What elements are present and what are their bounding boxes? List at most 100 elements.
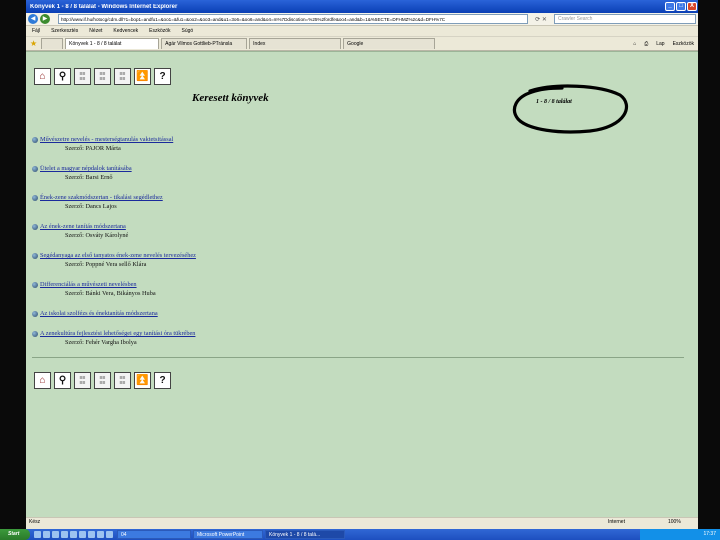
list-icon[interactable]: ≡≡ ≡≡ xyxy=(114,68,131,85)
bottom-toolbar: ⌂ ⚲ ≡≡ ≡≡ ≡≡ ≡≡ ≡≡ ≡≡ ⏫ ? xyxy=(34,372,174,389)
tools-menu[interactable]: Eszközök xyxy=(673,41,694,47)
top-icon[interactable]: ⏫ xyxy=(134,372,151,389)
menu-help[interactable]: Súgó xyxy=(182,28,194,34)
tab-google[interactable]: Google xyxy=(343,38,436,49)
tab-quick[interactable] xyxy=(41,38,64,49)
page-content: ⌂ ⚲ ≡≡ ≡≡ ≡≡ ≡≡ ≡≡ ≡≡ ⏫ ? Keresett könyvek … xyxy=(26,51,698,517)
forward-icon[interactable]: ▶ xyxy=(40,14,50,24)
home-tool-icon[interactable]: ⌂ xyxy=(633,41,636,47)
list-item: Segédanyaga az első tanyatos ének-zene n… xyxy=(32,252,682,268)
results-list: Művészetre nevelés - mesterségtanulás va… xyxy=(32,136,682,359)
result-link[interactable]: Az iskolai szolfézs és énektanítás módsz… xyxy=(40,310,158,317)
quick-launch-icon[interactable] xyxy=(70,531,77,538)
tab-tools: ⌂ ⎙ Lap Eszközök xyxy=(625,41,698,47)
result-author: Szerző: Dancs Lajos xyxy=(65,203,117,210)
menu-edit[interactable]: Szerkesztés xyxy=(51,28,78,34)
result-author: Szerző: Barsi Ernő xyxy=(65,174,113,181)
result-author: Szerző: Fehér Vargha Ibolya xyxy=(65,339,137,346)
print-icon[interactable]: ⎙ xyxy=(644,41,648,47)
result-author: Szerző: Bánki Vera, Bikányos Huba xyxy=(65,290,156,297)
list-icon[interactable]: ≡≡ ≡≡ xyxy=(74,372,91,389)
quick-launch-icon[interactable] xyxy=(106,531,113,538)
menu-tools[interactable]: Eszközök xyxy=(149,28,170,34)
status-bar: Kész Internet 100% xyxy=(26,517,698,526)
minimize-button[interactable]: _ xyxy=(665,2,675,11)
back-icon[interactable]: ◀ xyxy=(28,14,38,24)
windows-taskbar: Start 04 Microsoft PowerPoint Könyvek 1 … xyxy=(0,529,720,540)
result-author: Szerző: Poppné Vera sellő Klára xyxy=(65,261,147,268)
title-bar: Könyvek 1 - 8 / 8 találat - Windows Inte… xyxy=(26,0,698,13)
bullet-icon xyxy=(32,252,38,259)
bullet-icon xyxy=(32,281,38,288)
bullet-icon xyxy=(32,223,38,230)
quick-launch-icon[interactable] xyxy=(61,531,68,538)
help-icon[interactable]: ? xyxy=(154,372,171,389)
bullet-icon xyxy=(32,165,38,172)
list-icon[interactable]: ≡≡ ≡≡ xyxy=(114,372,131,389)
hand-drawn-circle-annotation xyxy=(512,84,629,134)
refresh-icon[interactable]: ⟳ ✕ xyxy=(528,16,554,23)
url-field[interactable]: http://www.if.hu/hotocg/cdm.dll?1=bop1=a… xyxy=(58,14,528,24)
list-item: Ütelet a magyar népdalok tanításába Szer… xyxy=(32,165,682,181)
home-icon[interactable]: ⌂ xyxy=(34,372,51,389)
search-icon[interactable]: ⚲ xyxy=(54,68,71,85)
quick-launch-icon[interactable] xyxy=(52,531,59,538)
window-title: Könyvek 1 - 8 / 8 találat - Windows Inte… xyxy=(30,3,178,10)
result-link[interactable]: Differenciálás a művészeti nevelésben xyxy=(40,281,137,288)
result-link[interactable]: Segédanyaga az első tanyatos ének-zene n… xyxy=(40,252,196,259)
result-link[interactable]: Ének-zene szakmódszertan - tikalási segé… xyxy=(40,194,163,201)
quick-launch-icon[interactable] xyxy=(88,531,95,538)
help-icon[interactable]: ? xyxy=(154,68,171,85)
page-title: Keresett könyvek xyxy=(192,92,269,104)
tab-bar: ★ Könyvek 1 - 8 / 8 találat Agár Vilmos … xyxy=(26,37,698,51)
list-item: A zenekultúra fejlesztési lehetőségei eg… xyxy=(32,330,682,346)
top-icon[interactable]: ⏫ xyxy=(134,68,151,85)
list-item: Ének-zene szakmódszertan - tikalási segé… xyxy=(32,194,682,210)
taskbar-item-powerpoint[interactable]: Microsoft PowerPoint xyxy=(193,530,263,539)
list-icon[interactable]: ≡≡ ≡≡ xyxy=(94,68,111,85)
bullet-icon xyxy=(32,194,38,201)
quick-launch-icon[interactable] xyxy=(43,531,50,538)
right-black-border xyxy=(698,0,720,540)
list-item: Differenciálás a művészeti nevelésben Sz… xyxy=(32,281,682,297)
menu-view[interactable]: Nézet xyxy=(89,28,102,34)
left-black-border xyxy=(0,0,26,540)
tab-konyvek[interactable]: Könyvek 1 - 8 / 8 találat xyxy=(65,38,160,49)
result-author: Szerző: Osváty Károlyné xyxy=(65,232,129,239)
taskbar-item-browser[interactable]: Könyvek 1 - 8 / 8 talá... xyxy=(265,530,345,539)
page-menu[interactable]: Lap xyxy=(656,41,664,47)
menu-file[interactable]: Fájl xyxy=(32,28,40,34)
home-icon[interactable]: ⌂ xyxy=(34,68,51,85)
menu-favorites[interactable]: Kedvencek xyxy=(113,28,138,34)
address-bar: ◀ ▶ http://www.if.hu/hotocg/cdm.dll?1=bo… xyxy=(26,13,698,26)
list-item: Az ének-zene tanítás módszertana Szerző:… xyxy=(32,223,682,239)
result-link[interactable]: Művészetre nevelés - mesterségtanulás va… xyxy=(40,136,173,143)
list-icon[interactable]: ≡≡ ≡≡ xyxy=(94,372,111,389)
quick-launch-icon[interactable] xyxy=(34,531,41,538)
quick-launch xyxy=(34,531,115,538)
quick-launch-icon[interactable] xyxy=(79,531,86,538)
bullet-icon xyxy=(32,136,38,143)
maximize-button[interactable]: □ xyxy=(676,2,686,11)
bullet-icon xyxy=(32,310,38,317)
system-clock: 17:37 xyxy=(640,529,720,540)
list-icon[interactable]: ≡≡ ≡≡ xyxy=(74,68,91,85)
close-button[interactable]: X xyxy=(687,2,697,11)
tab-agar[interactable]: Agár Vilmos Gottlieb-PTránsla xyxy=(161,38,248,49)
result-link[interactable]: A zenekultúra fejlesztési lehetőségei eg… xyxy=(40,330,195,337)
list-item: Az iskolai szolfézs és énektanítás módsz… xyxy=(32,310,682,317)
zoom-level[interactable]: 100% xyxy=(668,519,698,525)
result-link[interactable]: Az ének-zene tanítás módszertana xyxy=(40,223,126,230)
search-field[interactable]: Crawler Search xyxy=(554,14,696,24)
bullet-icon xyxy=(32,330,38,337)
quick-launch-icon[interactable] xyxy=(97,531,104,538)
result-link[interactable]: Ütelet a magyar népdalok tanításába xyxy=(40,165,132,172)
search-icon[interactable]: ⚲ xyxy=(54,372,71,389)
status-text: Kész xyxy=(29,519,41,525)
browser-window: Könyvek 1 - 8 / 8 találat - Windows Inte… xyxy=(26,0,698,540)
taskbar-item-folder[interactable]: 04 xyxy=(117,530,191,539)
favorites-star-icon[interactable]: ★ xyxy=(30,39,37,48)
security-zone: Internet xyxy=(608,519,625,525)
start-button[interactable]: Start xyxy=(0,529,30,540)
tab-index[interactable]: Index xyxy=(249,38,342,49)
